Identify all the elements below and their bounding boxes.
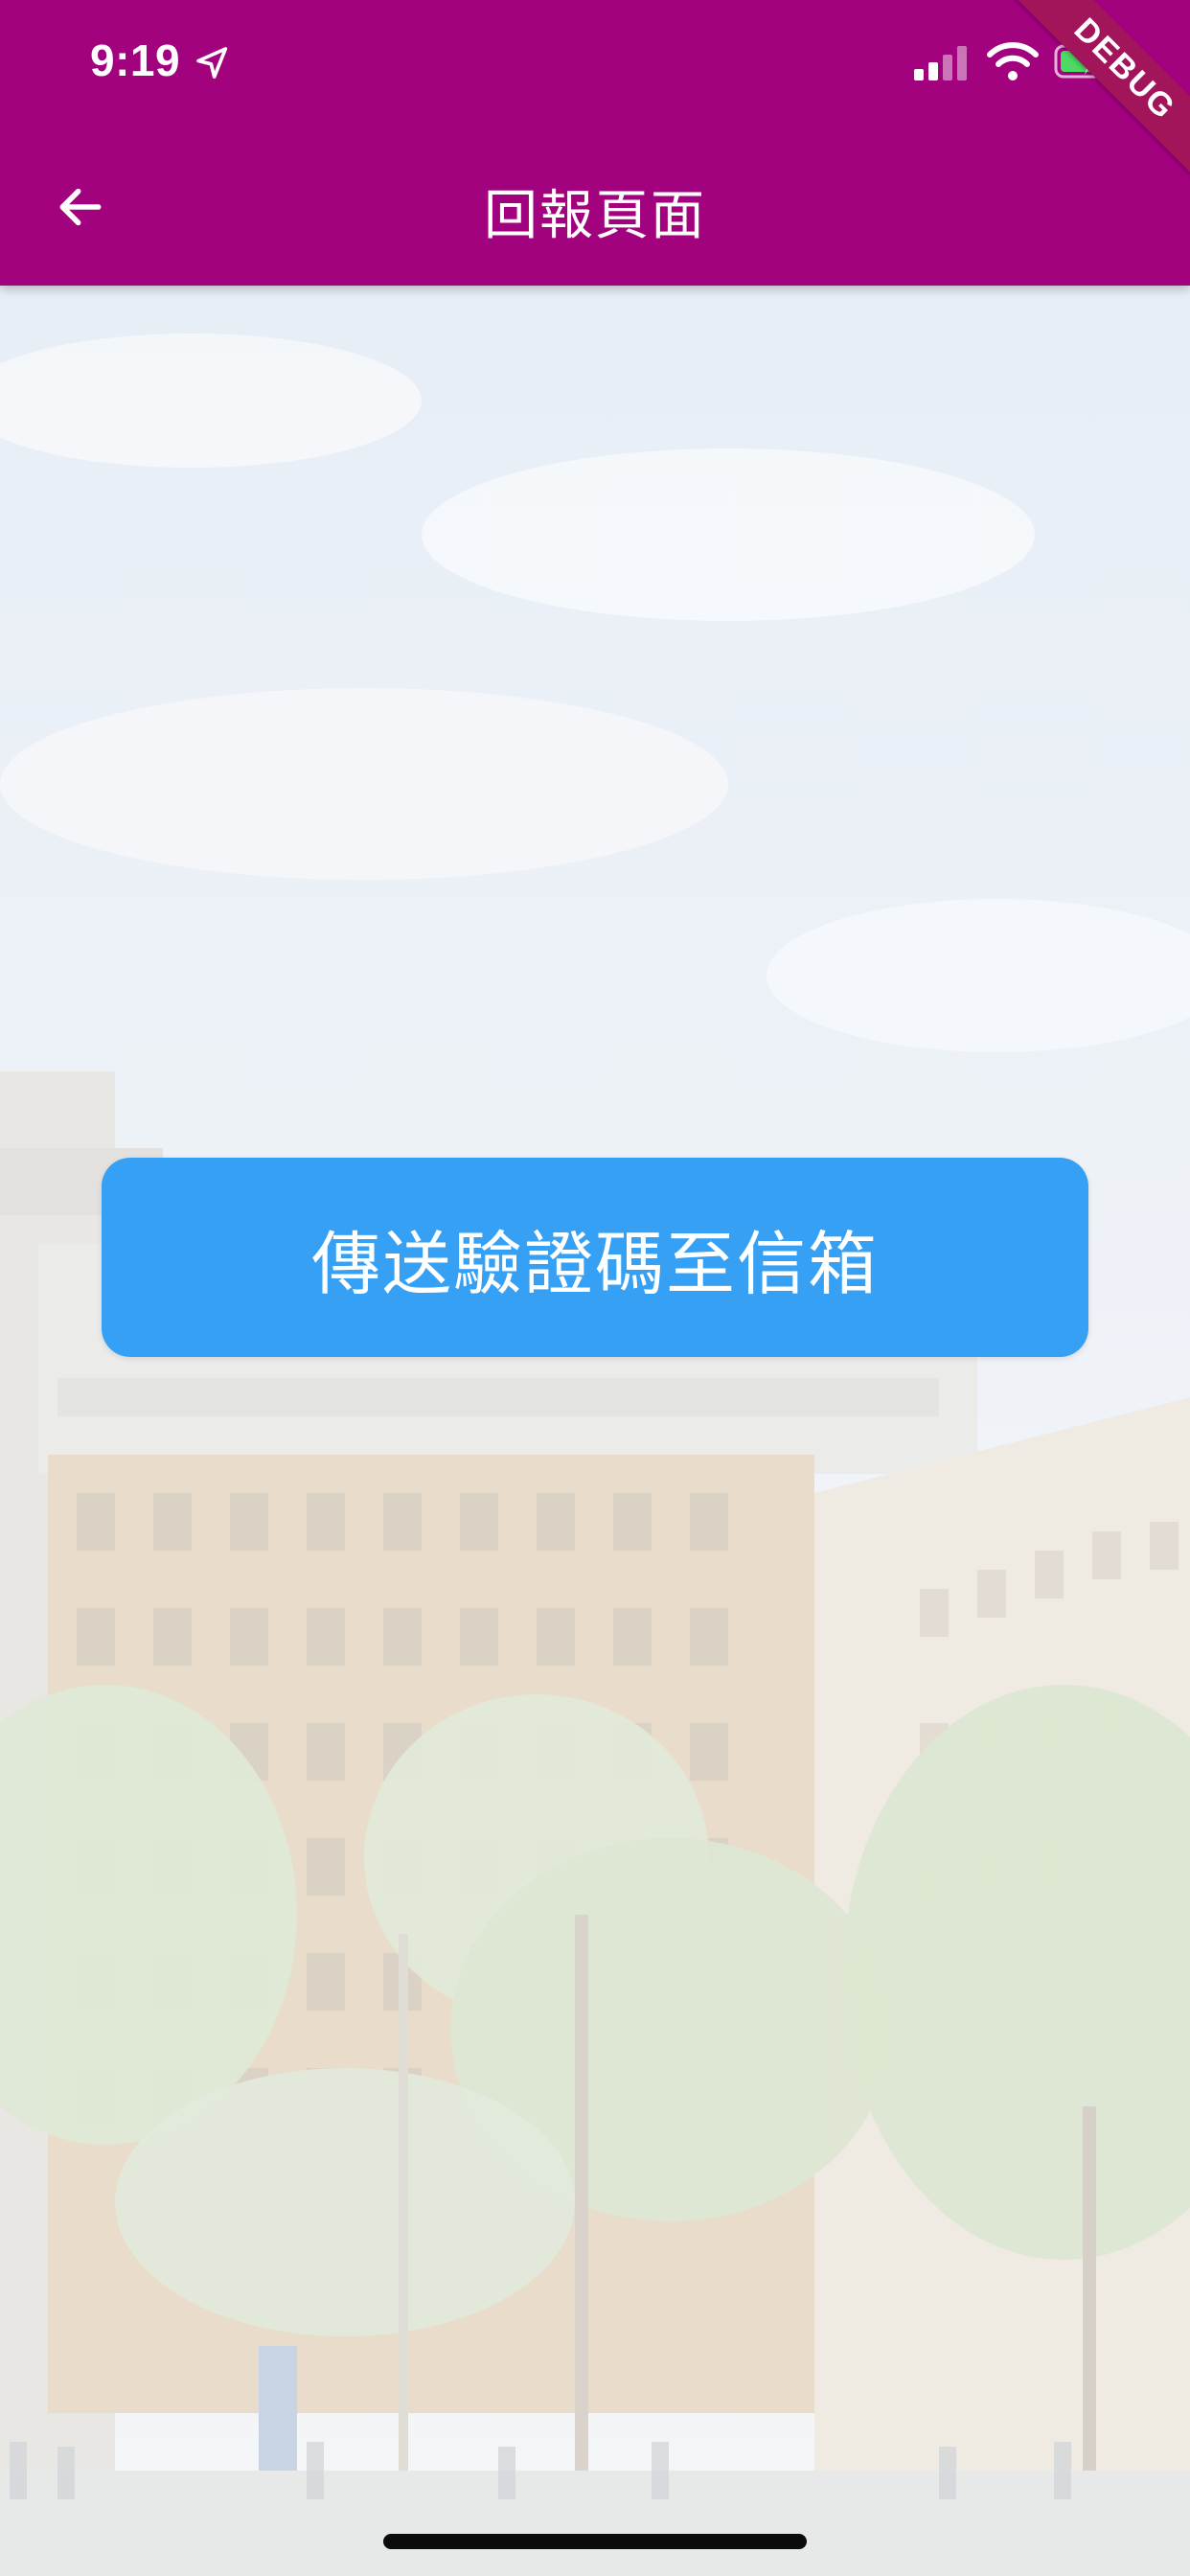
app-bar: 回報頁面 [0, 134, 1190, 278]
app-header: 9:19 DEBUG 回報頁面 [0, 0, 1190, 286]
wifi-icon [987, 40, 1039, 82]
cellular-signal-icon [914, 46, 970, 80]
send-button-label: 傳送驗證碼至信箱 [310, 1223, 879, 1304]
send-verification-code-button[interactable]: 傳送驗證碼至信箱 [102, 1158, 1088, 1357]
status-time: 9:19 [90, 35, 181, 85]
page-title: 回報頁面 [484, 185, 706, 247]
status-bar: 9:19 [0, 0, 1190, 125]
home-indicator[interactable] [383, 2534, 807, 2549]
location-arrow-icon [194, 44, 232, 82]
background-campus-photo [0, 286, 1190, 2576]
